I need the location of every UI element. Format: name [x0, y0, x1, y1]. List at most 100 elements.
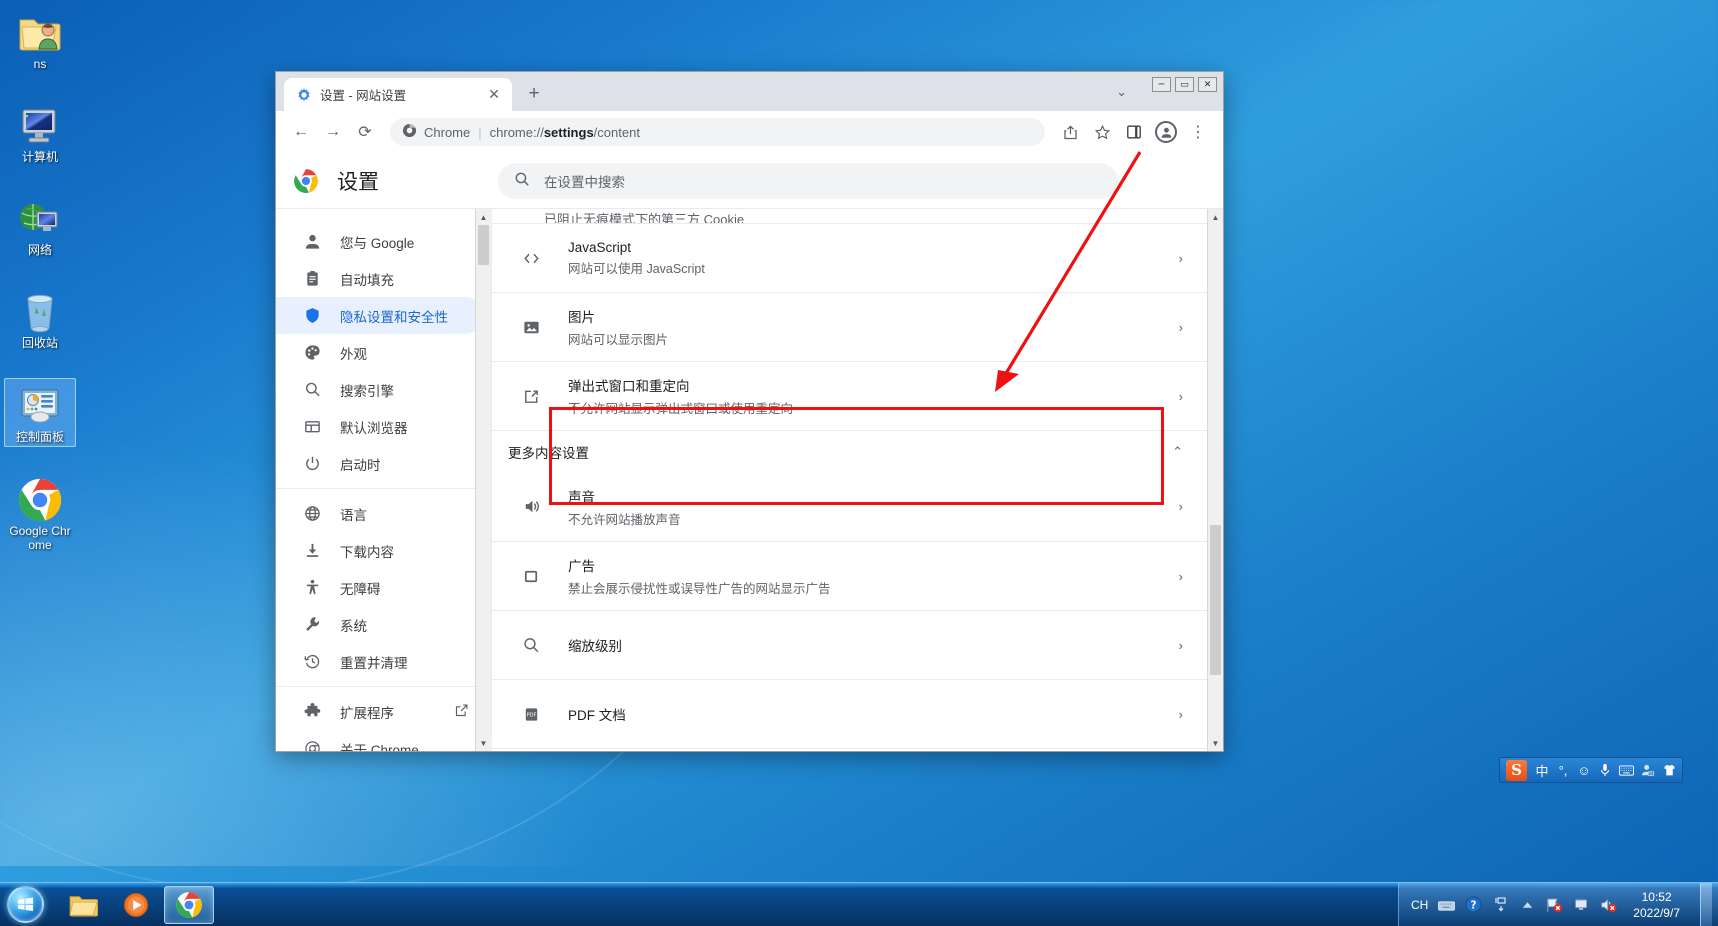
page-scrollbar[interactable]: ▲ ▼ — [1207, 209, 1223, 751]
desktop-icon-google-chrome[interactable]: Google Chrome — [4, 473, 76, 554]
profile-icon[interactable] — [1151, 117, 1181, 147]
chrome-icon — [6, 476, 74, 524]
taskbar-chrome-button[interactable] — [164, 885, 214, 924]
sidebar-item-reset-and-cleanup[interactable]: 重置并清理 — [276, 643, 483, 680]
sidebar-item-accessibility[interactable]: 无障碍 — [276, 569, 483, 606]
sidebar-item-label: 扩展程序 — [340, 705, 394, 721]
sidebar-item-privacy-and-security[interactable]: 隐私设置和安全性 — [276, 297, 483, 334]
side-panel-icon[interactable] — [1119, 117, 1149, 147]
setting-row-ads[interactable]: 广告 禁止会展示侵扰性或误导性广告的网站显示广告 › — [492, 541, 1207, 610]
scroll-down-icon[interactable]: ▼ — [475, 735, 492, 751]
desktop-icon-network[interactable]: 网络 — [4, 192, 76, 259]
microphone-icon[interactable] — [1598, 761, 1612, 779]
taskbar-explorer-button[interactable] — [58, 886, 108, 924]
new-tab-button[interactable]: + — [520, 80, 548, 108]
content-list: 已阻止无痕模式下的第三方 Cookie JavaScript 网站可以使用 Ja… — [492, 209, 1207, 751]
back-button[interactable]: ← — [286, 117, 316, 147]
sidebar-item-extensions[interactable]: 扩展程序 — [276, 693, 483, 730]
tab-search-chevron-icon[interactable]: ⌄ — [1116, 84, 1127, 100]
code-brackets-icon — [520, 249, 542, 268]
desktop-icon-ns[interactable]: ns — [4, 6, 76, 73]
sidebar-item-system[interactable]: 系统 — [276, 606, 483, 643]
sound-icon — [520, 497, 542, 516]
chevron-up-icon[interactable]: ⌃ — [1172, 444, 1183, 460]
emoji-icon[interactable]: ☺ — [1577, 761, 1591, 779]
chevron-right-icon: › — [1178, 319, 1183, 335]
chinese-mode-icon[interactable]: 中 — [1535, 761, 1549, 779]
sidebar-item-downloads[interactable]: 下载内容 — [276, 532, 483, 569]
row-subtitle: 网站可以显示图片 — [568, 333, 669, 347]
taskbar-buttons — [58, 885, 214, 924]
address-bar[interactable]: Chrome | chrome://settings/content — [390, 118, 1045, 146]
row-text: PDF 文档 — [568, 704, 1153, 724]
show-desktop-button[interactable] — [1700, 882, 1712, 926]
help-icon[interactable]: ? — [1465, 896, 1482, 913]
display-icon[interactable] — [1573, 896, 1590, 913]
setting-row-javascript[interactable]: JavaScript 网站可以使用 JavaScript › — [492, 223, 1207, 292]
star-icon[interactable] — [1087, 117, 1117, 147]
share-icon[interactable] — [1055, 117, 1085, 147]
setting-row-pdf-documents[interactable]: PDF PDF 文档 › — [492, 679, 1207, 748]
sidebar-scrollbar[interactable]: ▲ ▼ — [475, 209, 492, 751]
sidebar-item-appearance[interactable]: 外观 — [276, 334, 483, 371]
sidebar-item-label: 系统 — [340, 618, 367, 634]
scroll-down-icon[interactable]: ▼ — [1207, 735, 1223, 751]
desktop-icon-computer[interactable]: 计算机 — [4, 99, 76, 166]
keyboard-icon[interactable] — [1438, 896, 1456, 913]
punctuation-icon[interactable]: °, — [1556, 761, 1570, 779]
tab-settings[interactable]: 设置 - 网站设置 ✕ — [284, 78, 512, 111]
desktop-icon-control-panel[interactable]: 控制面板 — [4, 378, 76, 447]
setting-row-protected-content-id[interactable]: 受保护内容 ID › — [492, 748, 1207, 751]
row-text: 声音 不允许网站播放声音 — [568, 486, 1153, 528]
scroll-up-icon[interactable]: ▲ — [475, 209, 492, 225]
avatar — [1155, 121, 1177, 143]
scroll-up-icon[interactable]: ▲ — [1207, 209, 1223, 225]
keyboard-icon[interactable] — [1619, 761, 1634, 779]
sidebar-item-on-startup[interactable]: 启动时 — [276, 445, 483, 482]
tab-title: 设置 - 网站设置 — [320, 89, 407, 103]
up-arrow-icon[interactable] — [1519, 896, 1536, 913]
sidebar-item-languages[interactable]: 语言 — [276, 495, 483, 532]
minimize-button[interactable]: ─ — [1152, 77, 1171, 92]
scrollbar-thumb[interactable] — [1210, 525, 1221, 675]
history-restore-icon — [303, 652, 322, 671]
more-content-settings-header[interactable]: 更多内容设置 ⌃ — [492, 430, 1207, 472]
taskbar-clock[interactable]: 10:52 2022/9/7 — [1633, 889, 1680, 921]
skin-icon[interactable] — [1662, 761, 1676, 779]
browser-menu-button[interactable]: ⋮ — [1183, 117, 1213, 147]
search-input[interactable]: 在设置中搜索 — [498, 162, 1118, 199]
sidebar-item-label: 自动填充 — [340, 272, 394, 288]
chevron-right-icon: › — [1178, 250, 1183, 266]
setting-row-images[interactable]: 图片 网站可以显示图片 › — [492, 292, 1207, 361]
globe-icon — [303, 504, 322, 523]
tray-language-indicator[interactable]: CH — [1411, 898, 1428, 912]
sidebar-item-search-engine[interactable]: 搜索引擎 — [276, 371, 483, 408]
start-button[interactable] — [2, 885, 48, 925]
sidebar-group-3: 扩展程序 关于 Chrome — [276, 686, 491, 751]
tab-close-icon[interactable]: ✕ — [484, 85, 504, 105]
setting-row-popups-and-redirects[interactable]: 弹出式窗口和重定向 不允许网站显示弹出式窗口或使用重定向 › — [492, 361, 1207, 430]
windows-logo-icon — [6, 886, 44, 923]
sidebar-item-default-browser[interactable]: 默认浏览器 — [276, 408, 483, 445]
forward-button[interactable]: → — [318, 117, 348, 147]
user-icon[interactable]: 24 — [1641, 761, 1655, 779]
sidebar-item-autofill[interactable]: 自动填充 — [276, 260, 483, 297]
network-error-icon[interactable] — [1546, 896, 1563, 913]
puzzle-icon — [303, 702, 322, 721]
close-button[interactable]: ✕ — [1198, 77, 1217, 92]
sidebar-item-you-and-google[interactable]: 您与 Google — [276, 223, 483, 260]
volume-muted-icon[interactable] — [1600, 896, 1617, 913]
sidebar-item-about-chrome[interactable]: 关于 Chrome — [276, 730, 483, 751]
reload-button[interactable]: ⟳ — [350, 117, 380, 147]
setting-row-zoom-levels[interactable]: 缩放级别 › — [492, 610, 1207, 679]
folder-user-icon — [6, 9, 74, 57]
sogou-logo-icon[interactable]: S — [1506, 759, 1527, 781]
taskbar-media-player-button[interactable] — [111, 886, 161, 924]
url-suffix: /content — [593, 124, 640, 140]
setting-row-sound[interactable]: 声音 不允许网站播放声音 › — [492, 472, 1207, 541]
maximize-button[interactable]: ▭ — [1175, 77, 1194, 92]
show-hidden-icon[interactable] — [1492, 896, 1509, 913]
desktop-icon-recycle-bin[interactable]: 回收站 — [4, 285, 76, 352]
chevron-right-icon: › — [1178, 568, 1183, 584]
scrollbar-thumb[interactable] — [478, 225, 489, 265]
